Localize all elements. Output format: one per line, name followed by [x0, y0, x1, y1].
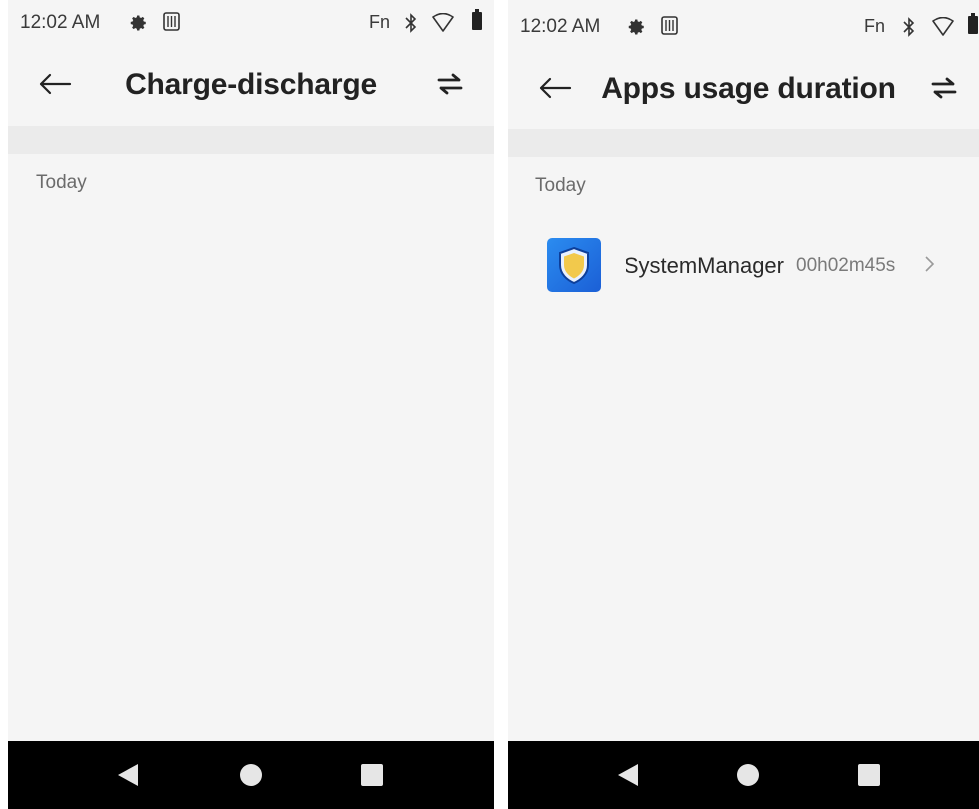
- section-label-today: Today: [535, 175, 586, 196]
- swap-arrows-icon: [437, 73, 463, 95]
- bluetooth-icon: [405, 13, 417, 33]
- settings-gear-icon: [130, 15, 146, 31]
- chevron-right-icon: [925, 256, 935, 272]
- app-name: SystemManager: [626, 253, 784, 278]
- nav-recents-button[interactable]: [344, 741, 400, 809]
- divider-band: [8, 126, 494, 154]
- square-recents-icon: [361, 764, 383, 786]
- swap-button[interactable]: [428, 62, 472, 106]
- nav-recents-button[interactable]: [841, 741, 897, 809]
- app-usage-row[interactable]: SystemManager 00h02m45s: [508, 238, 979, 298]
- app-icon: [547, 238, 601, 292]
- app-bar: Apps usage duration: [508, 60, 979, 120]
- page-title: Apps usage duration: [601, 72, 896, 105]
- sim-card-icon: [661, 16, 678, 35]
- wifi-icon: [932, 17, 954, 36]
- swap-arrows-icon: [931, 77, 957, 99]
- fn-indicator: Fn: [369, 12, 391, 32]
- app-bar: Charge-discharge: [8, 56, 494, 116]
- nav-back-button[interactable]: [600, 741, 656, 809]
- section-label-today: Today: [36, 172, 87, 193]
- divider-band: [508, 129, 979, 157]
- triangle-back-icon: [118, 764, 138, 786]
- app-duration: 00h02m45s: [796, 255, 896, 276]
- status-bar: 12:02 AM Fn: [8, 0, 494, 46]
- status-bar: 12:02 AM Fn: [508, 0, 979, 46]
- status-time: 12:02 AM: [20, 12, 101, 33]
- navigation-bar: [508, 741, 979, 809]
- fn-indicator: Fn: [864, 16, 886, 36]
- bluetooth-icon: [903, 17, 915, 37]
- square-recents-icon: [858, 764, 880, 786]
- nav-home-button[interactable]: [223, 741, 279, 809]
- circle-home-icon: [737, 764, 759, 786]
- charge-discharge-screen: 12:02 AM Fn Charge-discharge Today: [8, 0, 494, 809]
- sim-card-icon: [163, 12, 180, 31]
- apps-usage-screen: 12:02 AM Fn Apps usage duration Today Sy…: [508, 0, 979, 809]
- page-title: Charge-discharge: [125, 68, 377, 101]
- swap-button[interactable]: [922, 66, 966, 110]
- triangle-back-icon: [618, 764, 638, 786]
- navigation-bar: [8, 741, 494, 809]
- status-time: 12:02 AM: [520, 16, 601, 37]
- shield-icon: [559, 246, 589, 285]
- battery-icon: [968, 13, 978, 34]
- battery-icon: [472, 9, 482, 30]
- wifi-icon: [432, 13, 454, 32]
- circle-home-icon: [240, 764, 262, 786]
- settings-gear-icon: [628, 19, 644, 35]
- nav-back-button[interactable]: [100, 741, 156, 809]
- nav-home-button[interactable]: [720, 741, 776, 809]
